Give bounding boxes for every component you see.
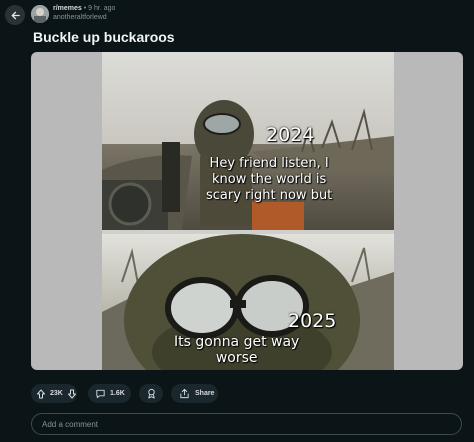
post-time: 9 hr. ago xyxy=(88,5,116,12)
post-author[interactable]: anotheraltforlewd xyxy=(53,14,107,21)
share-icon xyxy=(180,388,189,399)
comment-placeholder: Add a comment xyxy=(42,420,99,429)
vote-count: 23K xyxy=(50,390,63,397)
comment-count: 1.6K xyxy=(110,390,125,397)
back-button[interactable] xyxy=(5,5,25,25)
back-arrow-icon xyxy=(11,11,20,19)
upvote-icon[interactable] xyxy=(36,389,46,399)
comment-input[interactable]: Add a comment xyxy=(31,413,462,435)
meme-caption-top: Hey friend listen, I know the world is s… xyxy=(206,156,333,203)
comments-button[interactable]: 1.6K xyxy=(88,384,131,403)
subreddit-avatar[interactable] xyxy=(31,5,49,23)
subreddit-line: r/memes • 9 hr. ago xyxy=(53,5,115,13)
post-header: r/memes • 9 hr. ago anotheraltforlewd xyxy=(0,0,474,28)
meme-image: 2024 Hey friend listen, I know the world… xyxy=(102,52,394,370)
share-button[interactable]: Share xyxy=(171,384,218,403)
meta-separator: • xyxy=(83,5,87,12)
award-button[interactable] xyxy=(139,384,163,403)
vote-control: 23K xyxy=(31,384,77,403)
meme-year-top: 2024 xyxy=(266,124,315,146)
downvote-icon[interactable] xyxy=(67,389,77,399)
post-title: Buckle up buckaroos xyxy=(33,29,175,45)
subreddit-name[interactable]: r/memes xyxy=(53,5,82,12)
award-icon xyxy=(147,388,155,399)
post-media[interactable]: 2024 Hey friend listen, I know the world… xyxy=(31,52,463,370)
post-actions: 23K 1.6K Share xyxy=(31,384,451,404)
meme-caption-bottom: Its gonna get way worse xyxy=(174,334,300,366)
share-label: Share xyxy=(195,390,215,397)
comment-icon xyxy=(96,389,105,399)
meme-year-bottom: 2025 xyxy=(288,310,337,332)
